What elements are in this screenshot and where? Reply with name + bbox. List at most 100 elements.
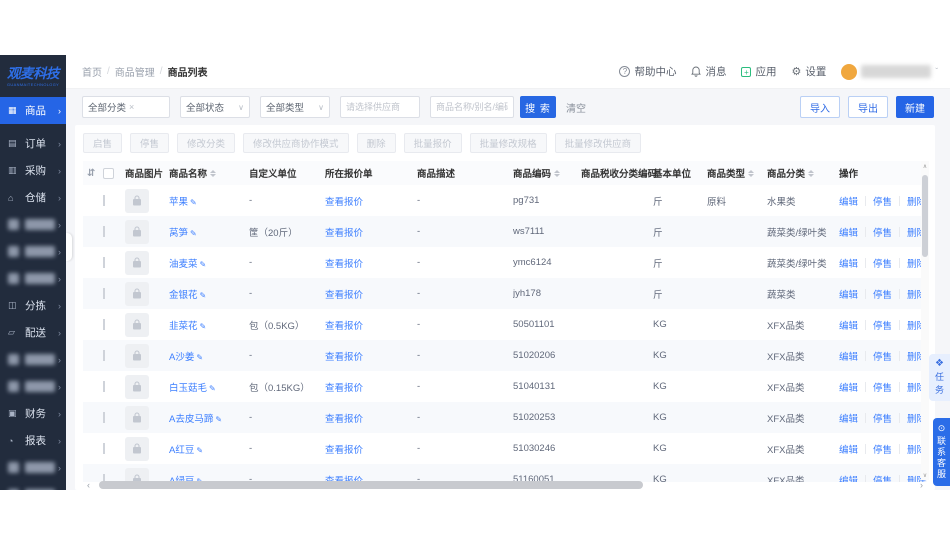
- stop-sale-action[interactable]: 停售: [873, 287, 892, 301]
- scroll-left-icon[interactable]: ‹: [87, 480, 90, 490]
- settings-button[interactable]: ⚙ 设置: [791, 64, 826, 79]
- edit-action[interactable]: 编辑: [839, 256, 858, 270]
- column-header[interactable]: 商品税收分类编码: [581, 166, 657, 180]
- view-quote-link[interactable]: 查看报价: [325, 414, 363, 425]
- batch-action-button[interactable]: 批量修改供应商: [554, 133, 642, 153]
- vertical-scrollbar[interactable]: ∧ ∨: [921, 161, 929, 480]
- messages-button[interactable]: 消息: [691, 64, 726, 79]
- column-header[interactable]: 商品类型: [707, 166, 767, 180]
- product-name-link[interactable]: A去皮马蹄: [169, 414, 213, 425]
- horizontal-scroll-track[interactable]: [93, 481, 917, 489]
- sidebar-item[interactable]: ⌂ 仓储 ›: [0, 184, 66, 211]
- edit-action[interactable]: 编辑: [839, 411, 858, 425]
- column-header[interactable]: 基本单位: [653, 166, 707, 180]
- column-header[interactable]: 自定义单位: [249, 166, 325, 180]
- horizontal-scroll-thumb[interactable]: [99, 481, 643, 489]
- batch-action-button[interactable]: 批量修改规格: [469, 133, 547, 153]
- column-header[interactable]: 操作: [839, 166, 927, 180]
- import-button[interactable]: 导入: [800, 96, 840, 118]
- batch-action-button[interactable]: 删除: [356, 133, 396, 153]
- view-quote-link[interactable]: 查看报价: [325, 383, 363, 394]
- batch-action-button[interactable]: 修改供应商协作模式: [243, 133, 349, 153]
- sidebar-item[interactable]: ›: [0, 346, 66, 373]
- product-name-link[interactable]: 白玉菇毛: [169, 383, 207, 394]
- stop-sale-action[interactable]: 停售: [873, 442, 892, 456]
- row-checkbox[interactable]: [103, 412, 105, 423]
- batch-action-button[interactable]: 启售: [83, 133, 123, 153]
- task-fab[interactable]: ❖ 任务: [929, 354, 950, 401]
- view-quote-link[interactable]: 查看报价: [325, 290, 363, 301]
- product-name-link[interactable]: 韭菜花: [169, 321, 198, 332]
- edit-pencil-icon[interactable]: ✎: [200, 291, 207, 300]
- create-button[interactable]: 新建: [896, 96, 934, 118]
- stop-sale-action[interactable]: 停售: [873, 411, 892, 425]
- column-header[interactable]: 商品名称: [169, 166, 249, 180]
- contact-service-fab[interactable]: ⊙ 联系客服: [933, 418, 950, 486]
- edit-pencil-icon[interactable]: ✎: [190, 198, 197, 207]
- edit-action[interactable]: 编辑: [839, 349, 858, 363]
- edit-action[interactable]: 编辑: [839, 225, 858, 239]
- sidebar-item[interactable]: ◔ 报表 ›: [0, 427, 66, 454]
- edit-pencil-icon[interactable]: ✎: [200, 322, 207, 331]
- sort-icon[interactable]: [748, 167, 755, 180]
- user-menu[interactable]: ˇ: [841, 63, 938, 80]
- edit-action[interactable]: 编辑: [839, 380, 858, 394]
- stop-sale-action[interactable]: 停售: [873, 380, 892, 394]
- view-quote-link[interactable]: 查看报价: [325, 228, 363, 239]
- product-name-link[interactable]: 金银花: [169, 290, 198, 301]
- product-name-link[interactable]: A沙姜: [169, 352, 194, 363]
- sort-icon[interactable]: [554, 167, 561, 180]
- stop-sale-action[interactable]: 停售: [873, 318, 892, 332]
- edit-action[interactable]: 编辑: [839, 287, 858, 301]
- sidebar-item[interactable]: ▣ 财务 ›: [0, 400, 66, 427]
- sidebar-item[interactable]: ▥ 采购 ›: [0, 157, 66, 184]
- column-header[interactable]: 商品图片: [125, 166, 169, 180]
- edit-pencil-icon[interactable]: ✎: [215, 415, 222, 424]
- edit-action[interactable]: 编辑: [839, 318, 858, 332]
- vertical-scroll-thumb[interactable]: [922, 175, 928, 257]
- row-checkbox[interactable]: [103, 319, 105, 330]
- batch-action-button[interactable]: 修改分类: [177, 133, 236, 153]
- sidebar-item[interactable]: ›: [0, 211, 66, 238]
- type-select[interactable]: 全部类型 ∨: [260, 96, 330, 118]
- sort-icon[interactable]: [808, 167, 815, 180]
- row-checkbox[interactable]: [103, 257, 105, 268]
- row-checkbox[interactable]: [103, 288, 105, 299]
- edit-action[interactable]: 编辑: [839, 442, 858, 456]
- sidebar-item[interactable]: ›: [0, 373, 66, 400]
- edit-pencil-icon[interactable]: ✎: [209, 384, 216, 393]
- breadcrumb-home[interactable]: 首页: [82, 64, 102, 79]
- edit-pencil-icon[interactable]: ✎: [196, 353, 203, 362]
- sidebar-item[interactable]: ›: [0, 238, 66, 265]
- select-all-checkbox[interactable]: [103, 167, 114, 179]
- view-quote-link[interactable]: 查看报价: [325, 321, 363, 332]
- row-checkbox[interactable]: [103, 443, 105, 454]
- sidebar-collapse-handle[interactable]: [66, 233, 72, 261]
- scroll-right-icon[interactable]: ›: [920, 480, 923, 490]
- view-quote-link[interactable]: 查看报价: [325, 445, 363, 456]
- row-checkbox[interactable]: [103, 195, 105, 206]
- help-center-button[interactable]: ? 帮助中心: [619, 64, 676, 79]
- view-quote-link[interactable]: 查看报价: [325, 197, 363, 208]
- product-name-link[interactable]: 苹果: [169, 197, 188, 208]
- sidebar-item[interactable]: ▦ 商品 ›: [0, 97, 66, 124]
- breadcrumb-section[interactable]: 商品管理: [115, 64, 155, 79]
- edit-pencil-icon[interactable]: ✎: [196, 446, 203, 455]
- stop-sale-action[interactable]: 停售: [873, 225, 892, 239]
- row-checkbox[interactable]: [103, 350, 105, 361]
- clear-button[interactable]: 清空: [566, 100, 586, 115]
- sidebar-item[interactable]: ›: [0, 481, 66, 490]
- stop-sale-action[interactable]: 停售: [873, 194, 892, 208]
- product-name-link[interactable]: A红豆: [169, 445, 194, 456]
- scroll-down-icon[interactable]: ∨: [921, 472, 929, 479]
- view-quote-link[interactable]: 查看报价: [325, 352, 363, 363]
- batch-action-button[interactable]: 批量报价: [403, 133, 462, 153]
- category-filter[interactable]: 全部分类 ×: [82, 96, 170, 118]
- column-header[interactable]: 商品分类: [767, 166, 839, 180]
- apps-button[interactable]: + 应用: [741, 64, 776, 79]
- batch-action-button[interactable]: 停售: [130, 133, 170, 153]
- product-name-link[interactable]: 油麦菜: [169, 259, 198, 270]
- edit-action[interactable]: 编辑: [839, 194, 858, 208]
- horizontal-scrollbar[interactable]: ‹ ›: [83, 480, 927, 490]
- edit-pencil-icon[interactable]: ✎: [190, 229, 197, 238]
